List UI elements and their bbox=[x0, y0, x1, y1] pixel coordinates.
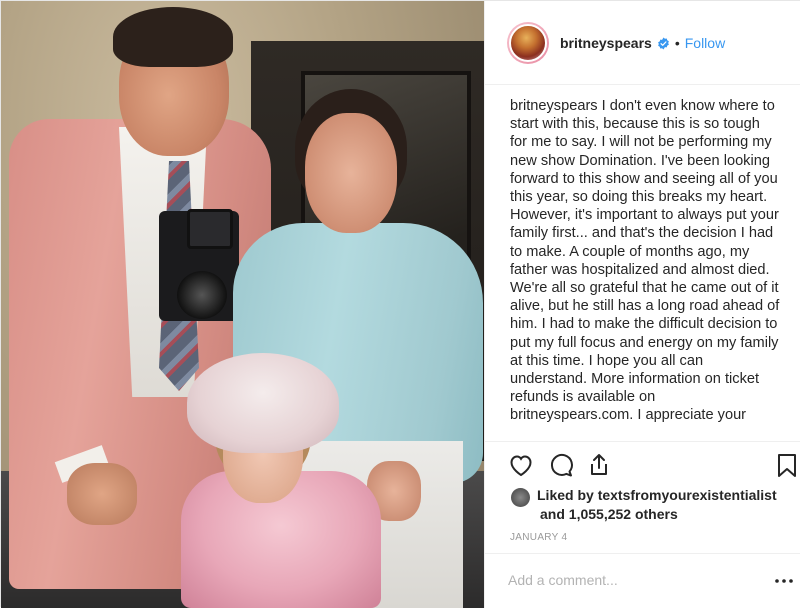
others-likes-link[interactable]: and 1,055,252 others bbox=[540, 506, 678, 522]
post-header: britneyspears • Follow bbox=[485, 1, 800, 85]
liker-username-link[interactable]: textsfromyourexistentialist bbox=[598, 487, 777, 503]
likes-summary: Liked by textsfromyourexistentialist and… bbox=[485, 485, 800, 525]
instagram-post: britneyspears • Follow britneyspears I d… bbox=[0, 0, 800, 608]
caption-scroll-area[interactable]: britneyspears I don't even know where to… bbox=[485, 86, 800, 441]
post-caption: britneyspears I don't even know where to… bbox=[510, 97, 780, 425]
photo-camera-lens bbox=[177, 271, 227, 319]
profile-avatar[interactable] bbox=[507, 22, 549, 64]
caption-username[interactable]: britneyspears bbox=[510, 98, 598, 114]
verified-badge-icon bbox=[657, 37, 669, 49]
bookmark-icon[interactable] bbox=[773, 451, 800, 479]
likes-line-1: Liked by textsfromyourexistentialist bbox=[537, 487, 777, 503]
follow-button[interactable]: Follow bbox=[685, 35, 725, 51]
photo-father-hand bbox=[67, 463, 137, 525]
add-comment-input[interactable] bbox=[508, 569, 748, 591]
photo-father-hair bbox=[113, 7, 233, 67]
caption-text: I don't even know where to start with th… bbox=[510, 98, 780, 424]
liker-avatar[interactable] bbox=[511, 488, 530, 507]
share-icon[interactable] bbox=[585, 451, 613, 479]
action-bar bbox=[485, 441, 800, 489]
header-separator: • bbox=[674, 35, 680, 51]
username-link[interactable]: britneyspears bbox=[560, 35, 652, 51]
heart-icon[interactable] bbox=[507, 451, 535, 479]
comment-bar bbox=[485, 553, 800, 608]
post-side-panel: britneyspears • Follow britneyspears I d… bbox=[484, 1, 800, 608]
post-photo[interactable] bbox=[1, 1, 484, 608]
avatar-image bbox=[509, 24, 547, 62]
post-date[interactable]: JANUARY 4 bbox=[510, 532, 567, 543]
liked-by-label: Liked by bbox=[537, 487, 598, 503]
more-options-icon[interactable] bbox=[774, 571, 794, 591]
photo-camera-flash bbox=[187, 209, 233, 249]
header-line: britneyspears • Follow bbox=[560, 34, 725, 52]
photo-mother-face bbox=[305, 113, 397, 233]
photo-girl-hat bbox=[187, 353, 339, 453]
comment-icon[interactable] bbox=[547, 451, 575, 479]
